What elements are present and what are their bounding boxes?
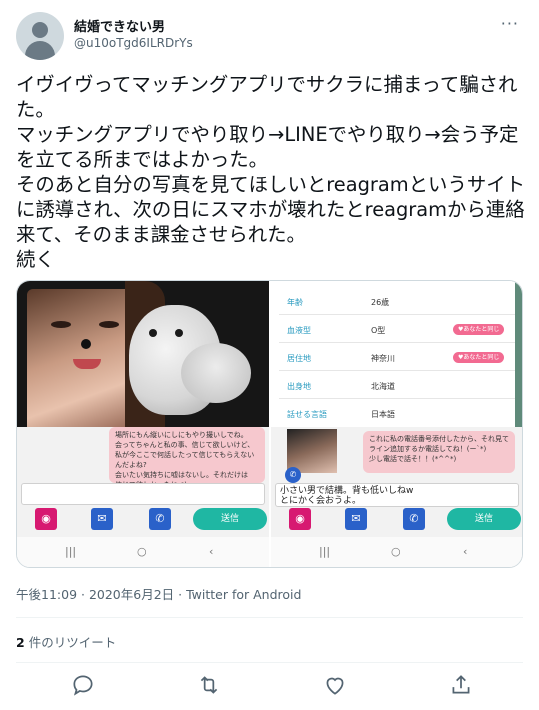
share-icon[interactable] — [448, 672, 474, 698]
author-name[interactable]: 結婚できない男 — [74, 16, 165, 35]
recent-apps-icon[interactable]: ||| — [319, 545, 330, 558]
media-grid[interactable]: 場所にもん縦いにしにもやり撮いしでね。 会ってちゃんと私の事、信じて欲しいけど、… — [16, 280, 523, 568]
recent-apps-icon[interactable]: ||| — [65, 545, 76, 558]
profile-value: 北海道 — [371, 382, 395, 391]
profile-table: 年齢 26歳 血液型 O型 ♥あなたと同じ 居住地 神奈川 ♥あなたと同じ 出身… — [271, 281, 522, 427]
message-input[interactable]: 小さい男で結構。背も低いしねw とにかく会おうよ。 — [275, 483, 519, 507]
media-image-left[interactable]: 場所にもん縦いにしにもやり撮いしでね。 会ってちゃんと私の事、信じて欲しいけど、… — [17, 281, 269, 567]
divider — [16, 662, 523, 663]
retweet-icon[interactable] — [196, 672, 222, 698]
like-icon[interactable] — [322, 672, 348, 698]
camera-icon[interactable]: ◉ — [289, 508, 311, 530]
more-options-icon[interactable]: ··· — [501, 14, 519, 33]
mail-icon[interactable]: ✉ — [345, 508, 367, 530]
retweet-count-label: 件のリツイート — [28, 635, 117, 650]
profile-value: O型 — [371, 326, 386, 335]
scroll-accent — [515, 281, 522, 427]
phone-icon[interactable]: ✆ — [403, 508, 425, 530]
chat-bubble: 場所にもん縦いにしにもやり撮いしでね。 会ってちゃんと私の事、信じて欲しいけど、… — [109, 427, 265, 489]
tweet-actions — [16, 672, 523, 698]
android-nav-bar: ||| ○ ‹ — [17, 537, 269, 567]
profile-key: 居住地 — [287, 354, 311, 363]
profile-row: 年齢 26歳 — [279, 291, 515, 315]
action-bar: ◉ ✉ ✆ 送信 — [17, 506, 269, 532]
profile-key: 年齢 — [287, 298, 303, 307]
profile-key: 血液型 — [287, 326, 311, 335]
media-image-right[interactable]: 年齢 26歳 血液型 O型 ♥あなたと同じ 居住地 神奈川 ♥あなたと同じ 出身… — [271, 281, 522, 567]
phone-icon[interactable]: ✆ — [149, 508, 171, 530]
avatar-head-shape — [32, 22, 48, 38]
home-icon[interactable]: ○ — [137, 545, 147, 558]
android-nav-bar: ||| ○ ‹ — [271, 537, 522, 567]
eye-shape — [99, 321, 119, 328]
tweet-header: 結婚できない男 @u10oTgd6ILRDrYs ··· — [16, 12, 523, 62]
profile-value: 日本語 — [371, 410, 395, 419]
tweet-text: イヴイヴってマッチングアプリでサクラに捕まって騙された。 マッチングアプリでやり… — [16, 73, 526, 271]
profile-row: 出身地 北海道 — [279, 375, 515, 399]
action-bar: ◉ ✉ ✆ 送信 — [271, 506, 522, 532]
home-icon[interactable]: ○ — [391, 545, 401, 558]
cat-eye-shape — [149, 329, 157, 337]
chat-bubble: これに私の電話番号添付したから、それ見て ライン追加するか電話してね！(ー`*)… — [363, 431, 515, 473]
cat-eye-shape — [175, 329, 183, 337]
cat-paw-shape — [181, 343, 251, 403]
profile-value: 神奈川 — [371, 354, 395, 363]
send-button[interactable]: 送信 — [447, 508, 521, 530]
camera-icon[interactable]: ◉ — [35, 508, 57, 530]
back-icon[interactable]: ‹ — [463, 545, 467, 558]
nose-sticker — [81, 339, 91, 349]
match-badge: ♥あなたと同じ — [453, 352, 505, 363]
eye-shape — [51, 321, 71, 328]
message-input[interactable] — [21, 483, 265, 505]
phone-icon[interactable]: ✆ — [285, 467, 301, 483]
tweet-timestamp[interactable]: 午後11:09 · 2020年6月2日 · Twitter for Androi… — [16, 584, 301, 603]
profile-key: 出身地 — [287, 382, 311, 391]
retweet-count-number: 2 — [16, 635, 25, 650]
profile-row: 居住地 神奈川 ♥あなたと同じ — [279, 347, 515, 371]
mail-icon[interactable]: ✉ — [91, 508, 113, 530]
avatar-body-shape — [25, 41, 55, 60]
profile-row: 血液型 O型 ♥あなたと同じ — [279, 319, 515, 343]
profile-value: 26歳 — [371, 298, 390, 307]
send-button[interactable]: 送信 — [193, 508, 267, 530]
profile-row: 話せる言語 日本語 — [279, 403, 515, 427]
divider — [16, 617, 523, 618]
retweet-count[interactable]: 2 件のリツイート — [16, 632, 116, 651]
reply-icon[interactable] — [70, 672, 96, 698]
match-badge: ♥あなたと同じ — [453, 324, 505, 335]
back-icon[interactable]: ‹ — [209, 545, 213, 558]
avatar[interactable] — [16, 12, 64, 60]
profile-key: 話せる言語 — [287, 410, 327, 419]
profile-photo — [17, 281, 269, 427]
author-handle[interactable]: @u10oTgd6ILRDrYs — [74, 36, 193, 50]
